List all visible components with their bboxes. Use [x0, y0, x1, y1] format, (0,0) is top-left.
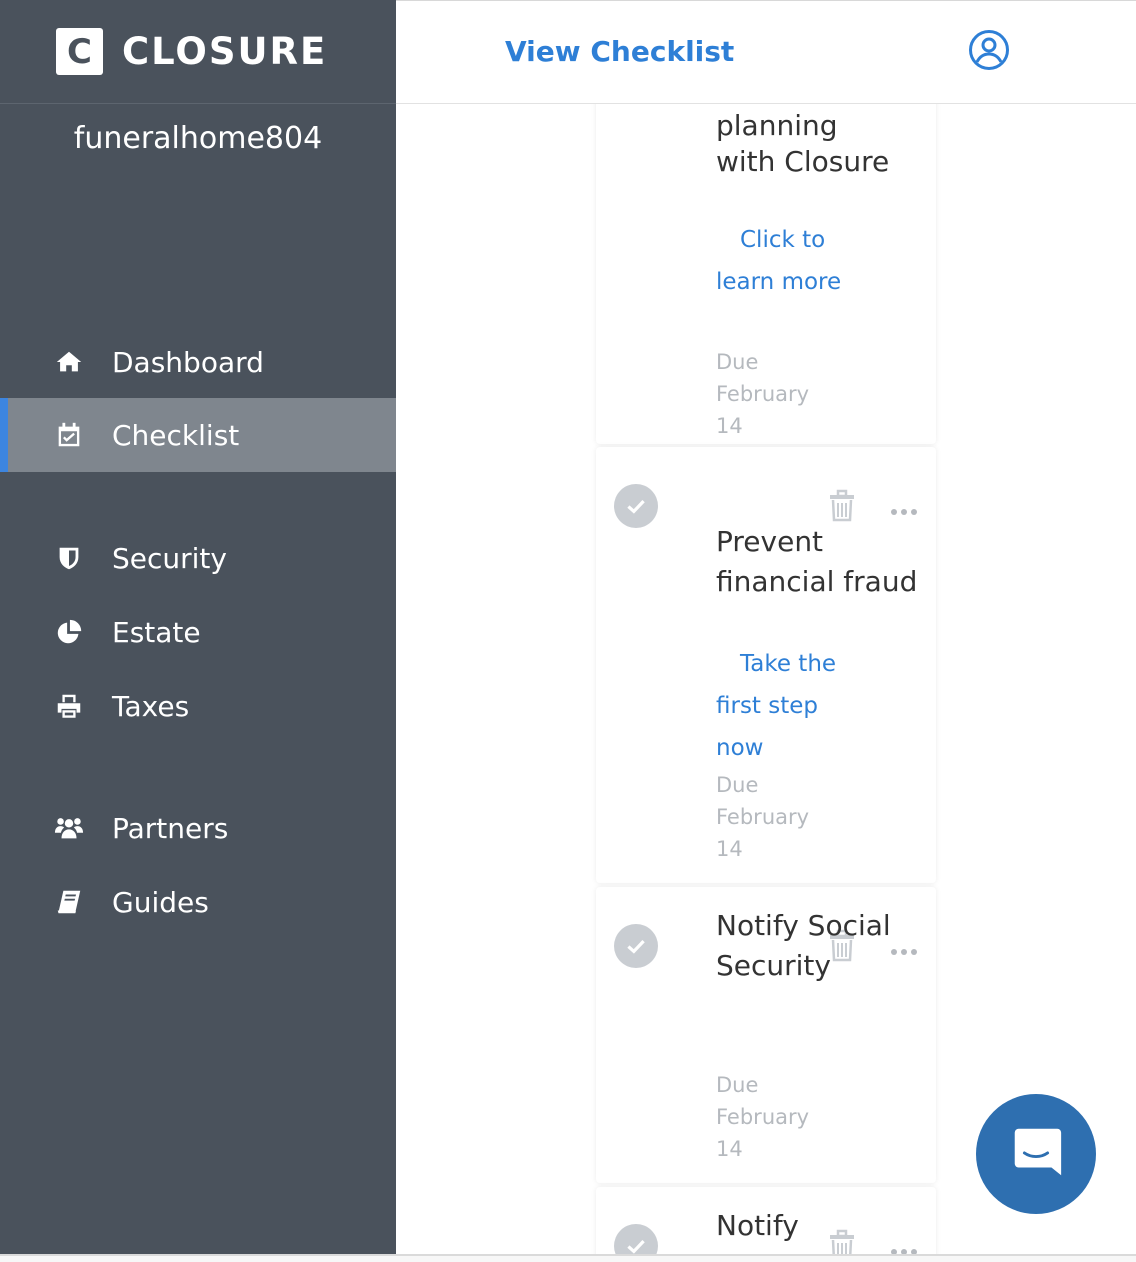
nav-item-dashboard[interactable]: Dashboard	[0, 325, 396, 399]
shield-icon	[53, 542, 85, 574]
task-title-partial: planning	[716, 109, 838, 142]
users-icon	[53, 812, 85, 844]
task-card[interactable]: Notify Social Security Due February 14	[596, 887, 936, 1183]
nav-label-security: Security	[112, 541, 227, 575]
nav-label-partners: Partners	[112, 811, 229, 845]
task-due: Due February 14	[716, 350, 810, 438]
task-title: Notify Social Security	[716, 909, 891, 982]
page-title[interactable]: View Checklist	[505, 35, 734, 68]
checklist-content[interactable]: planning with Closure Click to learn mor…	[396, 104, 1136, 1254]
nav-label-taxes: Taxes	[112, 689, 190, 723]
nav-item-guides[interactable]: Guides	[0, 865, 396, 939]
pie-chart-icon	[53, 616, 85, 648]
window-bottom-edge	[0, 1254, 1136, 1262]
task-card[interactable]: planning with Closure Click to learn mor…	[596, 104, 936, 444]
task-link[interactable]: Take the first step now	[716, 643, 866, 769]
nav-item-partners[interactable]: Partners	[0, 791, 396, 865]
calendar-check-icon	[53, 419, 85, 451]
chat-icon	[1007, 1123, 1065, 1185]
task-card[interactable]: Prevent financial fraud Take the first s…	[596, 447, 936, 883]
task-title: Prevent financial fraud	[716, 525, 918, 598]
check-circle-icon[interactable]	[614, 484, 658, 528]
username: funeralhome804	[73, 121, 323, 156]
task-due: Due February 14	[716, 773, 810, 861]
nav-item-taxes[interactable]: Taxes	[0, 669, 396, 743]
task-title: Notify	[716, 1209, 799, 1242]
book-icon	[53, 886, 85, 918]
nav-label-estate: Estate	[112, 615, 201, 649]
task-card[interactable]: Notify	[596, 1187, 936, 1254]
more-icon[interactable]	[890, 501, 918, 515]
top-header: View Checklist	[396, 0, 1136, 104]
brand-logo-letter: C	[67, 31, 92, 72]
nav-label-guides: Guides	[112, 885, 209, 919]
sidebar: C CLOSURE funeralhome804 Dashboard Check…	[0, 0, 396, 1254]
home-icon	[53, 346, 85, 378]
nav-item-checklist[interactable]: Checklist	[0, 398, 396, 472]
chat-button[interactable]	[976, 1094, 1096, 1214]
nav-label-dashboard: Dashboard	[112, 345, 264, 379]
check-circle-icon[interactable]	[614, 924, 658, 968]
user-circle-icon[interactable]	[968, 29, 1010, 71]
nav-item-security[interactable]: Security	[0, 521, 396, 595]
nav-label-checklist: Checklist	[112, 418, 240, 452]
brand-logo: C	[56, 28, 103, 75]
task-title: with Closure	[716, 145, 890, 178]
brand[interactable]: C CLOSURE	[0, 0, 396, 104]
trash-icon[interactable]	[826, 487, 858, 523]
task-due: Due February 14	[716, 1073, 810, 1161]
check-circle-icon[interactable]	[614, 1224, 658, 1254]
nav-item-estate[interactable]: Estate	[0, 595, 396, 669]
printer-icon	[53, 690, 85, 722]
task-link[interactable]: Click to learn more	[716, 219, 866, 303]
brand-name: CLOSURE	[122, 30, 328, 73]
